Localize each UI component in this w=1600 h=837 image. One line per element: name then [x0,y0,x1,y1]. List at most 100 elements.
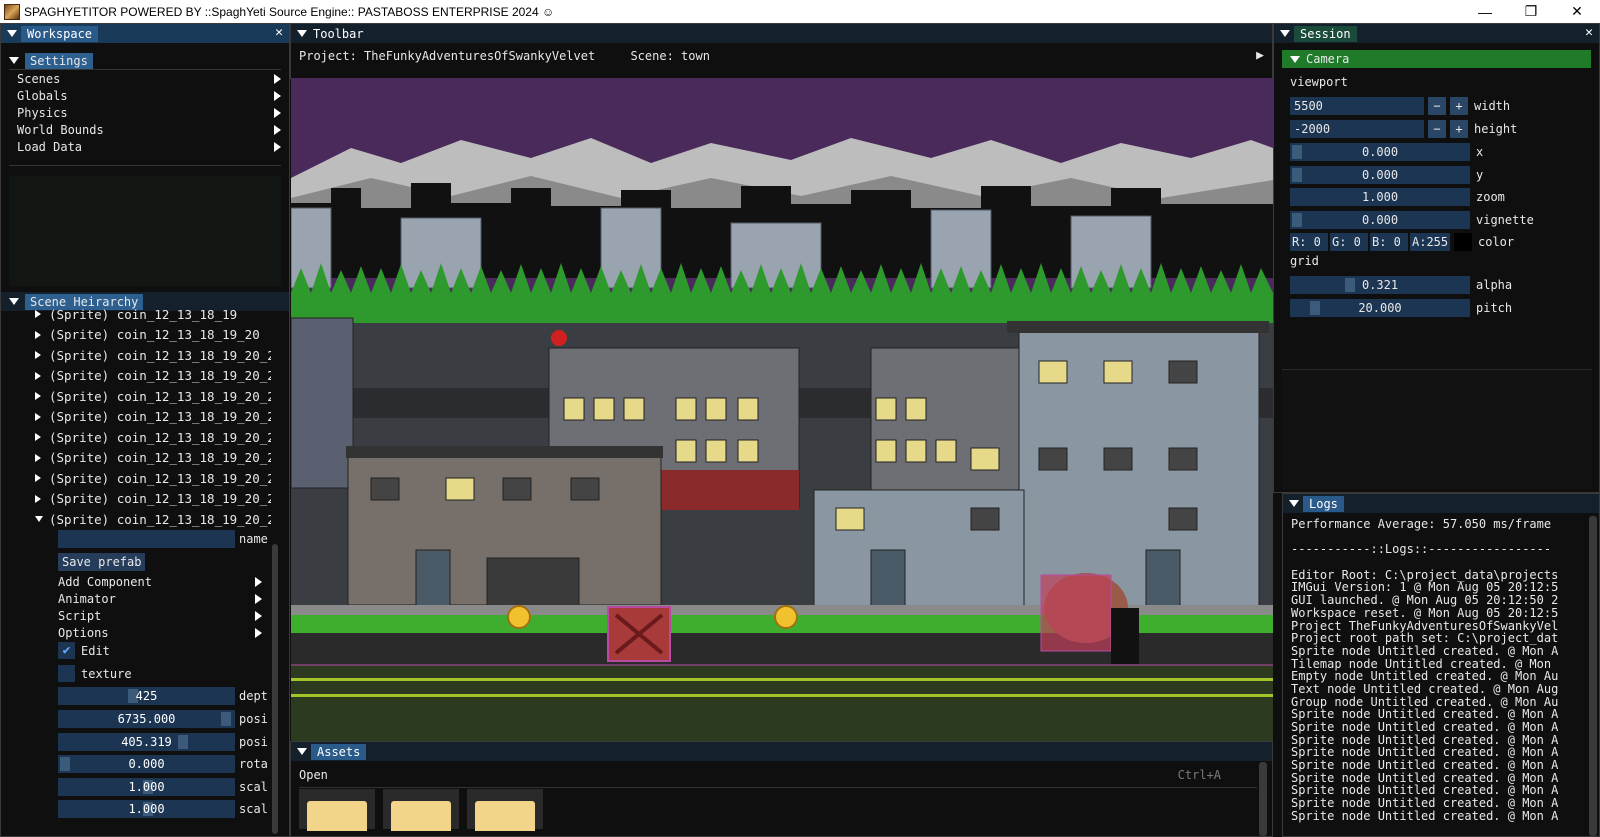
expand-icon[interactable] [35,371,41,380]
color-swatch[interactable] [1454,233,1472,251]
workspace-titlebar[interactable]: Workspace ✕ [1,24,289,43]
expand-icon[interactable] [35,392,41,401]
menu-options[interactable]: Options [50,624,270,641]
tree-item[interactable]: (Sprite) coin_12_13_18_19_20_2 [1,407,271,428]
close-icon[interactable]: ✕ [275,25,283,40]
settings-header[interactable]: Settings [1,52,289,69]
color-g-field[interactable]: G: 0 [1330,233,1368,251]
menu-animator[interactable]: Animator [50,590,270,607]
expand-icon[interactable] [35,433,41,442]
expand-icon[interactable] [35,310,41,319]
height-label: height [1474,122,1518,136]
edit-checkbox[interactable]: ✔ [58,642,75,659]
tree-item[interactable]: (Sprite) coin_12_13_18_19_20 [1,325,271,346]
settings-label: Settings [25,52,93,69]
hierarchy-scrollbar[interactable] [272,544,278,834]
workspace-title: Workspace [21,25,99,42]
rotation-field[interactable]: 0.000 [58,755,235,773]
tree-item-selected[interactable]: (Sprite) coin_12_13_18_19_20_2 [1,509,271,530]
vignette-slider[interactable]: 0.000 [1290,211,1470,229]
assets-scrollbar[interactable] [1259,762,1267,836]
width-minus-button[interactable]: − [1428,97,1446,115]
texture-label: texture [81,666,132,681]
scene-viewport[interactable] [291,78,1273,741]
collapse-icon[interactable] [35,516,43,523]
menu-physics[interactable]: Physics [1,104,289,121]
tree-item[interactable]: (Sprite) coin_12_13_18_19_20_2 [1,366,271,387]
alpha-slider[interactable]: 0.321 [1290,276,1470,294]
scale-y-field[interactable]: 1.000 [58,800,235,818]
expand-icon[interactable] [35,474,41,483]
folder-icon[interactable] [467,789,543,831]
color-b-field[interactable]: B: 0 [1370,233,1408,251]
collapse-icon[interactable] [1289,500,1299,507]
scale-y-label: scal [239,802,268,816]
expand-icon[interactable] [35,494,41,503]
chevron-right-icon [274,141,281,152]
expand-icon[interactable] [35,453,41,462]
color-r-field[interactable]: R: 0 [1290,233,1328,251]
name-input[interactable] [58,530,235,548]
camera-header[interactable]: Camera [1282,50,1591,68]
pitch-slider[interactable]: 20.000 [1290,299,1470,317]
toolbar-titlebar[interactable]: Toolbar [291,24,1272,43]
save-prefab-button[interactable]: Save prefab [58,553,146,571]
folder-icon[interactable] [299,789,375,831]
workspace-panel: Workspace ✕ Settings Scenes Globals Phys… [0,23,290,837]
tree-item[interactable]: (Sprite) coin_12_13_18_19 [1,304,271,325]
chevron-right-icon [274,73,281,84]
texture-checkbox[interactable] [58,665,75,682]
collapse-icon[interactable] [297,748,307,755]
depth-field[interactable]: 425 [58,687,235,705]
expand-icon[interactable] [35,412,41,421]
position-x-field[interactable]: 6735.000 [58,710,235,728]
collapse-icon[interactable] [7,30,17,37]
expand-icon[interactable] [35,351,41,360]
height-plus-button[interactable]: + [1450,120,1468,138]
assets-open-menu[interactable]: Open Ctrl+A [291,766,1251,783]
folder-icon[interactable] [383,789,459,831]
height-input[interactable]: -2000 [1290,120,1424,138]
y-slider[interactable]: 0.000 [1290,166,1470,184]
assets-titlebar[interactable]: Assets [291,742,1272,761]
menu-load-data[interactable]: Load Data [1,138,289,155]
menu-globals[interactable]: Globals [1,87,289,104]
collapse-icon [9,57,19,64]
minimize-button[interactable]: — [1462,0,1508,23]
maximize-button[interactable]: ❐ [1508,0,1554,23]
tree-item[interactable]: (Sprite) coin_12_13_18_19_20_2 [1,448,271,469]
height-minus-button[interactable]: − [1428,120,1446,138]
session-titlebar[interactable]: Session ✕ [1274,24,1599,43]
expand-icon[interactable] [35,330,41,339]
logs-scrollbar[interactable] [1589,516,1597,836]
close-window-button[interactable]: ✕ [1554,0,1600,23]
width-input[interactable]: 5500 [1290,97,1424,115]
menu-add-component[interactable]: Add Component [50,573,270,590]
logs-titlebar[interactable]: Logs [1283,494,1599,513]
tree-item[interactable]: (Sprite) coin_12_13_18_19_20_2 [1,345,271,366]
collapse-icon[interactable] [297,30,307,37]
logs-list[interactable]: Performance Average: 57.050 ms/frame ---… [1283,518,1583,836]
depth-label: dept [239,689,268,703]
x-slider[interactable]: 0.000 [1290,143,1470,161]
zoom-slider[interactable]: 1.000 [1290,188,1470,206]
width-plus-button[interactable]: + [1450,97,1468,115]
menu-scenes[interactable]: Scenes [1,70,289,87]
menu-script[interactable]: Script [50,607,270,624]
tree-item[interactable]: (Sprite) coin_12_13_18_19_20_2 [1,489,271,510]
menu-world-bounds[interactable]: World Bounds [1,121,289,138]
tree-item[interactable]: (Sprite) coin_12_13_18_19_20_2 [1,427,271,448]
collapse-icon [1290,55,1300,63]
tree-item[interactable]: (Sprite) coin_12_13_18_19_20_2 [1,468,271,489]
play-icon[interactable]: ▶ [1256,48,1264,63]
position-y-field[interactable]: 405.319 [58,733,235,751]
name-label: name [239,532,268,546]
tree-item[interactable]: (Sprite) coin_12_13_18_19_20_2 [1,386,271,407]
color-a-field[interactable]: A:255 [1410,233,1450,251]
scale-x-field[interactable]: 1.000 [58,778,235,796]
edit-label: Edit [81,643,110,658]
close-icon[interactable]: ✕ [1585,25,1593,40]
scale-x-label: scal [239,780,268,794]
collapse-icon[interactable] [1280,30,1290,37]
